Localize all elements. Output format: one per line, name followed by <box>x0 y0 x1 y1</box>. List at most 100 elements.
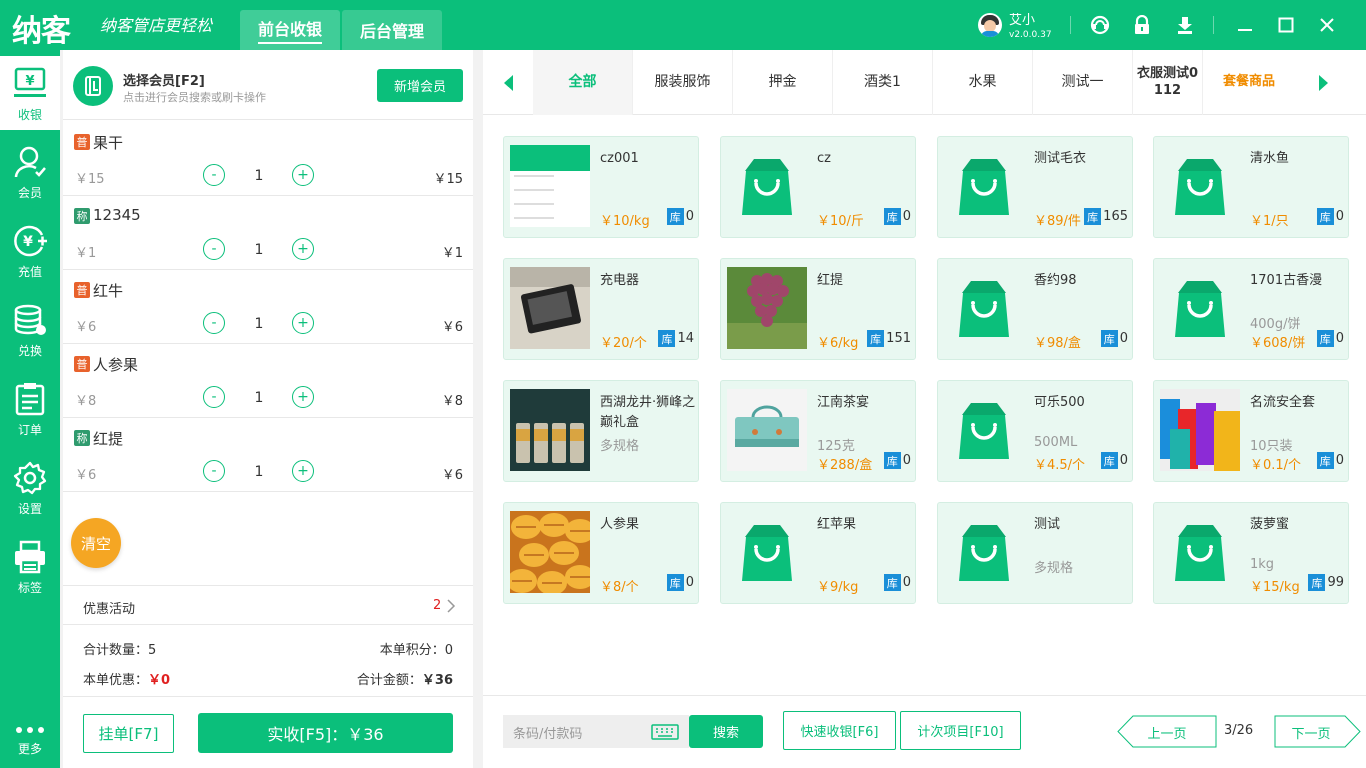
stock-count: 99 <box>1327 575 1344 590</box>
product-card[interactable]: cz ￥10/斤 库 0 <box>720 136 916 238</box>
support-icon[interactable] <box>1088 13 1112 37</box>
cart-item[interactable]: 普人参果 ￥8 - 1 + ￥8 <box>63 344 473 418</box>
product-spec: 10只装 <box>1250 439 1293 454</box>
cart-item[interactable]: 称红提 ￥6 - 1 + ￥6 <box>63 418 473 492</box>
sidebar-item-member[interactable]: 会员 <box>0 134 60 208</box>
product-name: cz <box>817 151 831 166</box>
qty-plus-button[interactable]: + <box>292 238 314 260</box>
category-next-button[interactable] <box>1299 50 1349 115</box>
qty-minus-button[interactable]: - <box>203 312 225 334</box>
maximize-icon[interactable] <box>1274 13 1298 37</box>
download-icon[interactable] <box>1173 13 1197 37</box>
add-member-button[interactable]: 新增会员 <box>377 69 463 102</box>
product-name: 红提 <box>817 273 844 288</box>
category-tab[interactable]: 全部 <box>533 50 633 115</box>
qty-plus-button[interactable]: + <box>292 386 314 408</box>
item-quantity[interactable]: 1 <box>251 242 267 258</box>
product-stock: 库0 <box>666 208 694 225</box>
member-card-icon <box>73 66 113 106</box>
product-card[interactable]: cz001 ￥10/kg 库 0 <box>503 136 699 238</box>
product-price: ￥1/只 <box>1250 214 1289 229</box>
pay-button[interactable]: 实收[F5]：￥36 <box>198 713 453 753</box>
member-select-bar[interactable]: 选择会员[F2] 点击进行会员搜索或刷卡操作 新增会员 <box>63 50 473 120</box>
stock-count: 0 <box>1335 453 1344 468</box>
product-stock: 库 165 <box>1084 208 1128 225</box>
item-quantity[interactable]: 1 <box>251 316 267 332</box>
product-card[interactable]: 西湖龙井·狮峰之巅礼盒 多规格 <box>503 380 699 482</box>
category-tab[interactable]: 押金 <box>733 50 833 115</box>
item-type-badge: 普 <box>74 282 90 298</box>
quick-cashier-button[interactable]: 快速收银[F6] <box>783 711 896 750</box>
prev-page-button[interactable]: 上一页 <box>1117 715 1217 748</box>
user-avatar[interactable] <box>978 13 1002 37</box>
sidebar-item-more[interactable]: 更多 <box>0 710 60 764</box>
cart-item[interactable]: 普红牛 ￥6 - 1 + ￥6 <box>63 270 473 344</box>
close-icon[interactable] <box>1315 13 1339 37</box>
user-name: 艾小 <box>1009 13 1036 28</box>
sidebar-item-recharge[interactable]: ¥ 充值 <box>0 213 60 287</box>
item-quantity[interactable]: 1 <box>251 390 267 406</box>
sidebar-item-order[interactable]: 订单 <box>0 371 60 445</box>
cart-item[interactable]: 称 12345 ￥1 - 1 + ￥1 <box>63 196 473 270</box>
product-card[interactable]: 充电器 ￥20/个库 14 <box>503 258 699 360</box>
product-card[interactable]: 1701古香漫 400g/饼 ￥608/饼库 0 <box>1153 258 1349 360</box>
keyboard-icon[interactable] <box>651 724 679 740</box>
product-card[interactable]: 香约98 ￥98/盒 库 0 <box>937 258 1133 360</box>
product-name: 人参果 <box>600 517 640 532</box>
qty-minus-button[interactable]: - <box>203 164 225 186</box>
product-card[interactable]: 红提 ￥6/kg 库 151 <box>720 258 916 360</box>
order-summary: 合计数量：5 本单积分：0 本单优惠：￥0 合计金额：￥36 <box>63 625 473 697</box>
search-button[interactable]: 搜索 <box>689 715 763 748</box>
product-card[interactable]: 可乐500 500ML ￥4.5/个库 0 <box>937 380 1133 482</box>
lock-icon[interactable] <box>1130 13 1154 37</box>
qty-plus-button[interactable]: + <box>292 460 314 482</box>
category-tab[interactable]: 服装服饰 <box>633 50 733 115</box>
cart-item[interactable]: 普果干 ￥15 - 1 + ￥15 <box>63 122 473 196</box>
product-name: 1701古香漫 <box>1250 273 1323 288</box>
sidebar-item-exchange[interactable]: 兑换 <box>0 292 60 366</box>
qty-minus-button[interactable]: - <box>203 386 225 408</box>
qty-plus-button[interactable]: + <box>292 164 314 186</box>
sidebar-item-label[interactable]: 标签 <box>0 529 60 603</box>
product-card[interactable]: 清水鱼 ￥1/只 库 0 <box>1153 136 1349 238</box>
chevron-right-icon <box>447 599 456 613</box>
item-quantity[interactable]: 1 <box>251 464 267 480</box>
product-card[interactable]: 人参果 ￥8/个 库 0 <box>503 502 699 604</box>
sidebar-item-settings[interactable]: 设置 <box>0 450 60 524</box>
product-card[interactable]: 江南茶宴 125克 ￥288/盒库 0 <box>720 380 916 482</box>
tab-back-office[interactable]: 后台管理 <box>342 10 442 50</box>
more-icon <box>16 727 44 733</box>
stock-count: 165 <box>1103 209 1128 224</box>
product-card[interactable]: 红苹果 ￥9/kg 库 0 <box>720 502 916 604</box>
category-tab[interactable]: 衣服测试0112 <box>1133 50 1203 115</box>
tab-front-cashier[interactable]: 前台收银 <box>240 10 340 50</box>
product-card[interactable]: 测试 多规格 <box>937 502 1133 604</box>
product-card[interactable]: 名流安全套 10只装 ￥0.1/个库 0 <box>1153 380 1349 482</box>
qty-plus-button[interactable]: + <box>292 312 314 334</box>
promotion-row[interactable]: 优惠活动 2 <box>63 585 473 625</box>
category-tab[interactable]: 套餐商品 <box>1199 50 1299 115</box>
next-page-button[interactable]: 下一页 <box>1274 715 1361 748</box>
product-card[interactable]: 测试毛衣 ￥89/件库 165 <box>937 136 1133 238</box>
product-stock: 库 151 <box>867 330 911 347</box>
category-tab[interactable]: 测试一 <box>1033 50 1133 115</box>
clear-cart-button[interactable]: 清空 <box>71 518 121 568</box>
qty-minus-button[interactable]: - <box>203 460 225 482</box>
product-name: 测试 <box>1034 517 1061 532</box>
count-items-button[interactable]: 计次项目[F10] <box>900 711 1021 750</box>
category-tab[interactable]: 酒类1 <box>833 50 933 115</box>
product-thumbnail <box>1160 389 1240 471</box>
sidebar-label: 兑换 <box>17 344 42 358</box>
sidebar-item-cashier[interactable]: ¥ 收银 <box>0 56 60 130</box>
qty-minus-button[interactable]: - <box>203 238 225 260</box>
barcode-field[interactable]: 条码/付款码 <box>503 715 689 748</box>
minimize-icon[interactable] <box>1233 13 1257 37</box>
item-quantity[interactable]: 1 <box>251 168 267 184</box>
category-prev-button[interactable] <box>483 50 533 115</box>
hold-order-button[interactable]: 挂单[F7] <box>83 714 174 753</box>
stock-count: 0 <box>902 453 911 468</box>
product-card[interactable]: 菠萝蜜 1kg ￥15/kg 库 99 <box>1153 502 1349 604</box>
product-spec: 多规格 <box>1034 561 1074 576</box>
arrow-right-icon <box>1319 74 1328 91</box>
category-tab[interactable]: 水果 <box>933 50 1033 115</box>
